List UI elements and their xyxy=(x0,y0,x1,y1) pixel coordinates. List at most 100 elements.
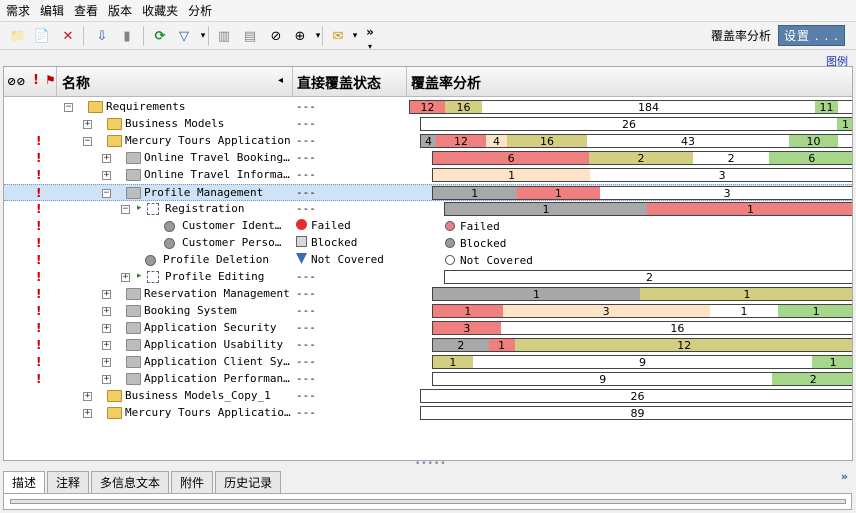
expand-icon[interactable]: + xyxy=(102,171,111,180)
requirement-name[interactable]: Online Travel Booking… xyxy=(144,151,290,164)
table-row[interactable]: ! + ▸ Profile Editing --- 2 xyxy=(4,269,852,286)
coverage-bar[interactable]: 191 xyxy=(432,355,852,369)
coverage-bar[interactable]: 13 xyxy=(432,168,852,182)
table-row[interactable]: + Business Models --- 26 1 xyxy=(4,116,852,133)
menu-item[interactable]: 查看 xyxy=(72,2,106,19)
flag-column-icon[interactable]: ⚑ xyxy=(45,73,56,87)
zoom-dropdown-icon[interactable]: ▾ xyxy=(308,26,328,46)
requirement-name[interactable]: Mercury Tours Applicatio… xyxy=(125,406,291,419)
table-row[interactable]: ! + Online Travel Informa… --- 1 3 xyxy=(4,167,852,184)
filter-icon[interactable]: ▽ xyxy=(174,26,194,46)
new-requirement-icon[interactable]: 📄 xyxy=(32,26,52,46)
table-row[interactable]: + Business Models_Copy_1 --- 26 xyxy=(4,388,852,405)
table-row[interactable]: ! + Application Performan… --- 9 2 xyxy=(4,371,852,388)
attachment-icon[interactable]: ⊘ xyxy=(266,26,286,46)
coverage-bar[interactable]: 11 xyxy=(432,287,852,301)
expand-icon[interactable]: + xyxy=(102,154,111,163)
alert-column-icon[interactable]: ! xyxy=(33,73,39,88)
menu-item[interactable]: 需求 xyxy=(4,2,38,19)
requirement-name[interactable]: Application Client Sy… xyxy=(144,355,290,368)
sort-arrow-icon[interactable]: ◂ xyxy=(278,75,283,86)
requirement-name[interactable]: Application Security xyxy=(144,321,276,334)
menu-item[interactable]: 收藏夹 xyxy=(140,2,186,19)
collapse-icon[interactable]: − xyxy=(121,205,130,214)
requirement-name[interactable]: Customer Perso… xyxy=(182,236,281,249)
settings-button[interactable]: 设置 . . . xyxy=(778,25,845,46)
tab-5[interactable]: 历史记录 xyxy=(215,471,282,493)
requirement-name[interactable]: Profile Editing xyxy=(165,270,264,283)
column-header-analysis[interactable]: 覆盖率分析 xyxy=(411,73,481,93)
coverage-bar[interactable]: 26 1 xyxy=(420,117,852,131)
table-row[interactable]: − Requirements --- 12 16 184 11 xyxy=(4,99,852,116)
coverage-bar[interactable]: 2 xyxy=(444,270,852,284)
requirement-name[interactable]: Online Travel Informa… xyxy=(144,168,290,181)
table-row[interactable]: ! Customer Ident… Failed xyxy=(4,218,852,235)
coverage-bar[interactable]: 4 12 4 16 43 10 xyxy=(420,134,852,148)
horizontal-scrollbar[interactable] xyxy=(10,499,846,504)
expand-icon[interactable]: + xyxy=(121,273,130,282)
coverage-bar[interactable]: 6226 xyxy=(432,151,852,165)
coverage-bar[interactable]: 1311 xyxy=(432,304,852,318)
menu-item[interactable]: 编辑 xyxy=(38,2,72,19)
coverage-bar[interactable]: 11 xyxy=(444,202,852,216)
filter-dropdown-icon[interactable]: ▾ xyxy=(193,26,213,46)
table-row[interactable]: ! + Online Travel Booking… --- 6 2 2 6 xyxy=(4,150,852,167)
expand-icon[interactable]: + xyxy=(83,120,92,129)
coverage-bar[interactable]: 92 xyxy=(432,372,852,386)
convert-to-tests-icon[interactable]: ⇩ xyxy=(92,26,112,46)
requirement-name[interactable]: Reservation Management xyxy=(144,287,290,300)
tab-3[interactable]: 多信息文本 xyxy=(91,471,170,493)
requirement-name[interactable]: Customer Ident… xyxy=(182,219,281,232)
table-row[interactable]: ! + Reservation Management --- 1 1 xyxy=(4,286,852,303)
expand-icon[interactable]: + xyxy=(83,392,92,401)
tab-4[interactable]: 附件 xyxy=(171,471,214,493)
expand-icon[interactable]: + xyxy=(102,358,111,367)
requirement-name[interactable]: Requirements xyxy=(106,100,185,113)
print-icon[interactable]: ▮ xyxy=(117,26,137,46)
table-row[interactable]: ! + Booking System --- 1 3 1 1 xyxy=(4,303,852,320)
requirement-name[interactable]: Business Models_Copy_1 xyxy=(125,389,271,402)
table-row[interactable]: ! − ▸ Registration --- 1 1 xyxy=(4,201,852,218)
expand-icon[interactable]: + xyxy=(102,307,111,316)
expand-icon[interactable]: + xyxy=(102,375,111,384)
coverage-bar[interactable]: 89 xyxy=(420,406,852,420)
zoom-icon[interactable]: ⊕ xyxy=(290,26,310,46)
collapse-icon[interactable]: − xyxy=(83,137,92,146)
requirement-name[interactable]: Registration xyxy=(165,202,244,215)
coverage-bar[interactable]: 3 16 xyxy=(432,321,852,335)
table-row[interactable]: ! Profile Deletion Not Covered xyxy=(4,252,852,269)
toolbar-overflow-dropdown-icon[interactable]: ▾ xyxy=(360,36,380,56)
expand-icon[interactable]: + xyxy=(83,409,92,418)
column-header-name[interactable]: 名称 xyxy=(62,73,90,93)
column-header-status[interactable]: 直接覆盖状态 xyxy=(297,73,381,93)
delete-icon[interactable]: ✕ xyxy=(58,26,78,46)
refresh-icon[interactable]: ⟳ xyxy=(150,26,170,46)
requirement-name[interactable]: Booking System xyxy=(144,304,237,317)
requirement-name[interactable]: Profile Deletion xyxy=(163,253,269,266)
expand-icon[interactable]: + xyxy=(102,324,111,333)
table-row[interactable]: ! + Application Client Sy… --- 1 9 1 xyxy=(4,354,852,371)
table-row[interactable]: ! − Profile Management --- 1 1 3 xyxy=(4,184,852,201)
expand-icon[interactable]: + xyxy=(102,341,111,350)
expand-panel-icon[interactable]: » xyxy=(841,470,848,483)
coverage-bar[interactable]: 2 1 12 xyxy=(432,338,852,352)
new-folder-icon[interactable]: 📁 xyxy=(8,26,28,46)
table-row[interactable]: + Mercury Tours Applicatio… --- 89 xyxy=(4,405,852,422)
attachment-column-icon[interactable]: ⊘⊘ xyxy=(7,75,25,88)
details-icon[interactable]: ▤ xyxy=(240,26,260,46)
requirement-name[interactable]: Application Performan… xyxy=(144,372,290,385)
coverage-bar[interactable]: 12 16 184 11 xyxy=(409,100,852,114)
menu-item[interactable]: 版本 xyxy=(106,2,140,19)
columns-icon[interactable]: ▥ xyxy=(214,26,234,46)
table-row[interactable]: ! + Application Usability --- 2 1 12 xyxy=(4,337,852,354)
requirement-name[interactable]: Profile Management xyxy=(144,186,263,199)
requirement-name[interactable]: Mercury Tours Application xyxy=(125,134,291,147)
coverage-bar[interactable]: 26 xyxy=(420,389,852,403)
tab-1[interactable]: 描述 xyxy=(3,471,46,493)
table-row[interactable]: ! Customer Perso… Blocked xyxy=(4,235,852,252)
requirement-name[interactable]: Application Usability xyxy=(144,338,283,351)
expand-icon[interactable]: + xyxy=(102,290,111,299)
table-row[interactable]: ! − Mercury Tours Application --- 4 12 4 16 43 10 xyxy=(4,133,852,150)
coverage-bar[interactable]: 113 xyxy=(432,186,852,200)
menu-item[interactable]: 分析 xyxy=(186,2,220,19)
